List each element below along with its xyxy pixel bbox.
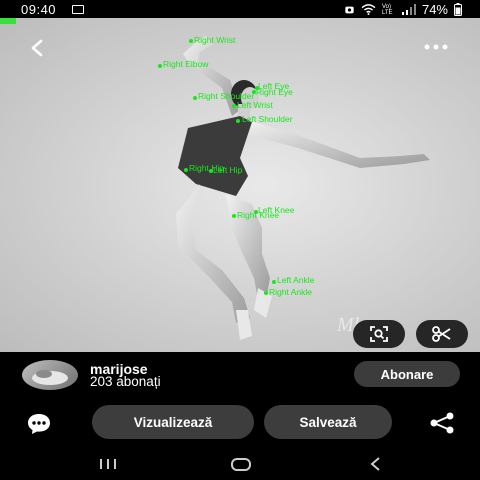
back-nav-icon[interactable] [368, 456, 384, 472]
battery-icon [454, 3, 462, 16]
scissors-icon [432, 326, 451, 342]
signal-icon [401, 4, 416, 15]
status-icons: Vo) LTE 74% [344, 2, 462, 17]
alarm-icon [345, 6, 354, 13]
pose-dot-left-ankle [272, 280, 276, 284]
pose-label-right-eye: Right Eye [256, 87, 293, 97]
pose-label-right-ankle: Right Ankle [269, 287, 312, 297]
status-time: 09:40 [21, 2, 57, 17]
action-bar: Vizualizează Salvează [0, 400, 480, 450]
pose-label-left-ankle: Left Ankle [277, 275, 315, 285]
wifi-icon [361, 4, 376, 15]
pose-dot-right-hip [184, 168, 188, 172]
gallery-icon [72, 5, 84, 14]
follow-button[interactable]: Abonare [354, 361, 460, 387]
status-bar: 09:40 Vo) LTE 74% [0, 0, 480, 18]
pin-image[interactable]: Right Wrist Right Elbow Left Eye Right E… [0, 18, 480, 352]
creator-followers: 203 abonați [90, 374, 161, 389]
more-options-icon[interactable] [424, 44, 448, 50]
lens-scan-icon [370, 326, 388, 342]
pose-dot-right-shoulder [193, 96, 197, 100]
battery-percent: 74% [421, 2, 448, 17]
pose-label-left-wrist: Left Wrist [237, 100, 273, 110]
network-type: Vo) LTE [381, 3, 393, 16]
pose-label-right-elbow: Right Elbow [163, 59, 209, 69]
pose-label-right-knee: Right Knee [237, 210, 280, 220]
cutout-button[interactable] [416, 320, 468, 348]
pose-dot-right-elbow [158, 64, 162, 68]
back-arrow-icon[interactable] [28, 38, 46, 58]
creator-row: marijose 203 abonați Abonare [0, 352, 480, 400]
visual-search-button[interactable] [353, 320, 405, 348]
dancer-figure [176, 36, 430, 340]
pose-dot-right-ankle [264, 291, 268, 295]
view-button[interactable]: Vizualizează [92, 405, 254, 439]
recent-apps-icon[interactable] [98, 456, 118, 472]
share-icon[interactable] [428, 412, 456, 434]
avatar[interactable] [22, 360, 78, 390]
pose-dot-left-shoulder [236, 119, 240, 123]
pose-label-left-shoulder: Left Shoulder [242, 114, 293, 124]
pose-label-left-hip: Left Hip [213, 165, 243, 175]
pose-dot-left-wrist [232, 104, 236, 108]
save-button[interactable]: Salvează [264, 405, 392, 439]
system-nav-bar [0, 450, 480, 480]
pose-dot-right-wrist [189, 39, 193, 43]
pose-dot-right-knee [232, 214, 236, 218]
home-icon[interactable] [230, 456, 252, 472]
pose-label-right-wrist: Right Wrist [194, 35, 236, 45]
comment-icon[interactable] [26, 412, 52, 436]
